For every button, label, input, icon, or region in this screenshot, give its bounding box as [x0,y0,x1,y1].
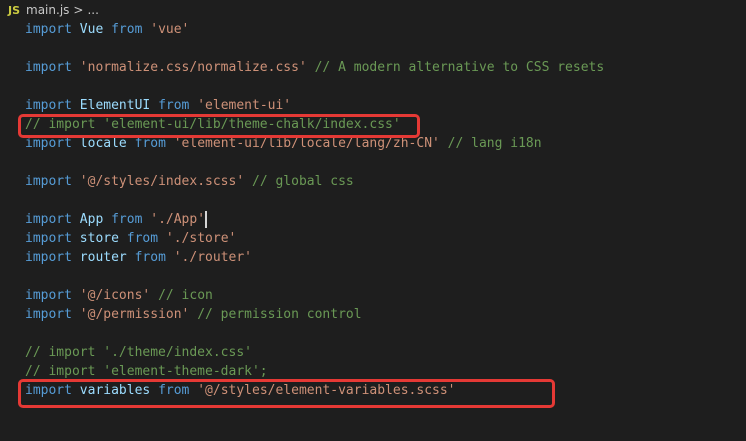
code-token: '@/icons' [79,288,151,303]
code-token: './router' [173,250,253,265]
text-cursor [205,211,207,228]
code-token: from [103,212,151,227]
code-token: // import 'element-theme-dark'; [25,364,268,379]
code-token: // global css [244,174,354,189]
code-token: // A modern alternative to CSS resets [306,60,605,75]
code-line[interactable]: import store from './store' [25,229,604,248]
code-token: router [79,250,127,265]
code-token: import [25,174,80,189]
code-token: import [25,98,80,113]
code-token: './App' [150,212,206,227]
code-token: import [25,60,80,75]
breadcrumb-file[interactable]: main.js [26,3,69,17]
code-token: locale [79,136,127,151]
code-token: import [25,250,80,265]
code-token: from [103,22,151,37]
code-token: '@/styles/index.scss' [79,174,245,189]
code-line[interactable] [25,191,604,210]
code-token: // permission control [189,307,362,322]
code-token: from [126,136,174,151]
code-token: 'element-ui' [197,98,292,113]
code-token: from [150,98,198,113]
code-line[interactable]: import Vue from 'vue' [25,20,604,39]
code-token: ElementUI [79,98,151,113]
code-token: Vue [79,22,104,37]
code-line[interactable] [25,39,604,58]
code-line[interactable]: // import './theme/index.css' [25,343,604,362]
chevron-right-icon: > [73,3,84,17]
code-line[interactable]: import 'normalize.css/normalize.css' // … [25,58,604,77]
code-line[interactable] [25,267,604,286]
code-token: 'vue' [150,22,190,37]
code-token: './store' [165,231,237,246]
code-token: // import './theme/index.css' [25,345,252,360]
code-token: '@/permission' [79,307,190,322]
code-line[interactable]: import App from './App' [25,210,604,229]
code-token: // icon [150,288,213,303]
code-token: import [25,231,80,246]
highlight-box-commented-import [18,114,420,138]
code-token: import [25,212,80,227]
code-token: from [118,231,166,246]
code-line[interactable]: import '@/styles/index.scss' // global c… [25,172,604,191]
breadcrumb: JS main.js > ... [0,0,746,20]
code-token: import [25,22,80,37]
code-line[interactable]: import ElementUI from 'element-ui' [25,96,604,115]
code-token: 'normalize.css/normalize.css' [79,60,307,75]
code-editor[interactable]: import Vue from 'vue' import 'normalize.… [25,20,604,400]
code-line[interactable] [25,153,604,172]
code-token: import [25,288,80,303]
code-line[interactable]: import '@/icons' // icon [25,286,604,305]
breadcrumb-more[interactable]: ... [87,3,98,17]
code-token: store [79,231,119,246]
code-token: 'element-ui/lib/locale/lang/zh-CN' [173,136,440,151]
code-line[interactable]: import '@/permission' // permission cont… [25,305,604,324]
code-token: // lang i18n [439,136,542,151]
code-line[interactable]: import router from './router' [25,248,604,267]
code-line[interactable] [25,324,604,343]
code-token: App [79,212,104,227]
highlight-box-variables-import [18,379,555,408]
code-token: import [25,136,80,151]
code-line[interactable] [25,77,604,96]
javascript-file-icon: JS [8,3,21,17]
code-token: from [126,250,174,265]
code-token: import [25,307,80,322]
